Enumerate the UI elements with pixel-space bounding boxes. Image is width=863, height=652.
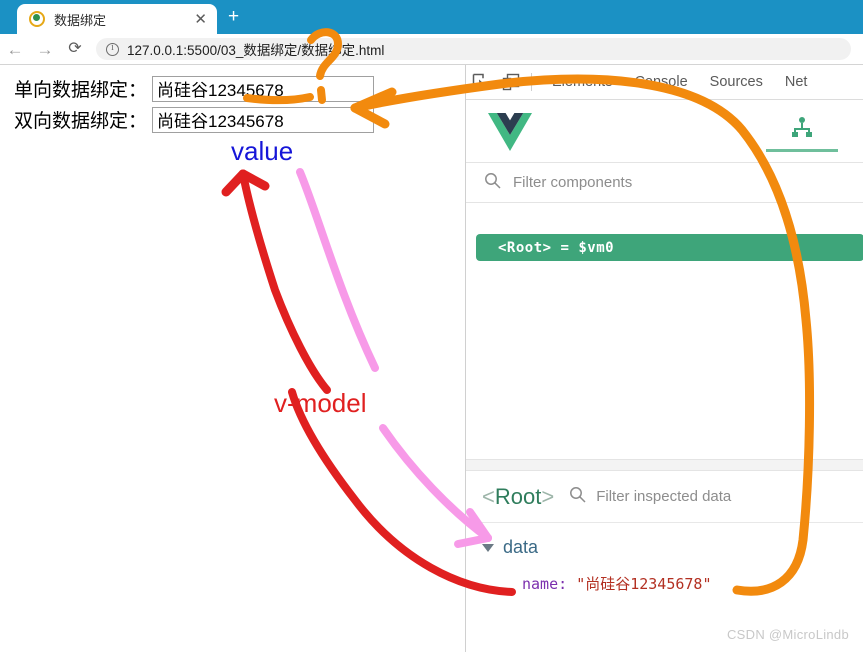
tab-console[interactable]: Console (623, 74, 698, 90)
toolbar-separator (531, 73, 532, 91)
two-way-binding-row: 双向数据绑定： (14, 106, 375, 133)
tab-network[interactable]: Net (774, 74, 819, 90)
inspector-data-group-label: data (503, 537, 539, 557)
address-bar[interactable]: 127.0.0.1:5500/03_数据绑定/数据绑定.html (96, 38, 851, 60)
one-way-binding-input[interactable] (152, 75, 375, 102)
inspect-element-icon[interactable] (466, 65, 496, 100)
panel-splitter[interactable] (466, 459, 863, 471)
watermark: CSDN @MicroLindb (726, 627, 849, 642)
component-tree-icon (792, 117, 812, 137)
site-info-icon[interactable] (106, 42, 119, 56)
angle-open: < (482, 483, 495, 509)
component-tree: <Root> = $vm0 (466, 204, 863, 459)
browser-toolbar: ← → ⟳ 127.0.0.1:5500/03_数据绑定/数据绑定.html (0, 34, 863, 64)
component-tree-item-label: <Root> = $vm0 (498, 239, 615, 256)
inspector-data-group[interactable]: data (482, 537, 538, 558)
back-button[interactable]: ← (0, 41, 30, 58)
one-way-binding-label: 单向数据绑定： (14, 80, 148, 101)
new-tab-button[interactable]: + (228, 7, 239, 26)
devtools-toolbar: Elements Console Sources Net (466, 65, 863, 100)
vue-logo-icon (488, 113, 532, 156)
chevron-down-icon[interactable] (482, 543, 494, 552)
browser-tab[interactable]: 数据绑定 ✕ (17, 4, 217, 34)
property-key: name: (522, 575, 568, 593)
forward-button[interactable]: → (30, 41, 60, 58)
filter-components-bar[interactable]: Filter components (466, 163, 863, 203)
device-toolbar-icon[interactable] (496, 65, 526, 100)
two-way-binding-label: 双向数据绑定： (14, 111, 148, 132)
search-icon (569, 486, 586, 508)
two-way-binding-input[interactable] (152, 106, 375, 133)
property-value: "尚硅谷12345678" (576, 575, 712, 593)
search-icon (484, 172, 501, 194)
vue-devtools-header (466, 100, 863, 163)
tab-sources[interactable]: Sources (699, 74, 774, 90)
inspector-property-name: name: "尚硅谷12345678" (522, 573, 712, 594)
inspected-component-name: <Root> (482, 484, 554, 510)
close-icon[interactable]: ✕ (190, 12, 211, 27)
filter-components-placeholder: Filter components (513, 174, 633, 191)
devtools-panel: Elements Console Sources Net Filter comp… (465, 65, 863, 652)
filter-inspected-data-placeholder: Filter inspected data (596, 488, 732, 505)
root-word: Root (494, 483, 542, 509)
annotation-label-vmodel: v-model (274, 388, 367, 418)
tab-elements[interactable]: Elements (541, 74, 623, 90)
one-way-binding-row: 单向数据绑定： (14, 75, 375, 102)
inspector-header: <Root> Filter inspected data (466, 471, 863, 523)
component-tree-item-root[interactable]: <Root> = $vm0 (476, 234, 863, 261)
address-bar-url: 127.0.0.1:5500/03_数据绑定/数据绑定.html (127, 43, 385, 58)
annotation-label-value: value (231, 136, 294, 166)
screenshot-root: 数据绑定 ✕ + ← → ⟳ 127.0.0.1:5500/03_数据绑定/数据… (0, 0, 863, 652)
vue-favicon-icon (29, 11, 45, 27)
component-tree-tab[interactable] (762, 116, 842, 152)
browser-tabstrip: 数据绑定 ✕ + (0, 0, 863, 34)
reload-button[interactable]: ⟳ (60, 41, 90, 57)
active-tab-underline (766, 149, 838, 152)
angle-close: > (541, 483, 555, 509)
browser-tab-title: 数据绑定 (54, 12, 107, 28)
